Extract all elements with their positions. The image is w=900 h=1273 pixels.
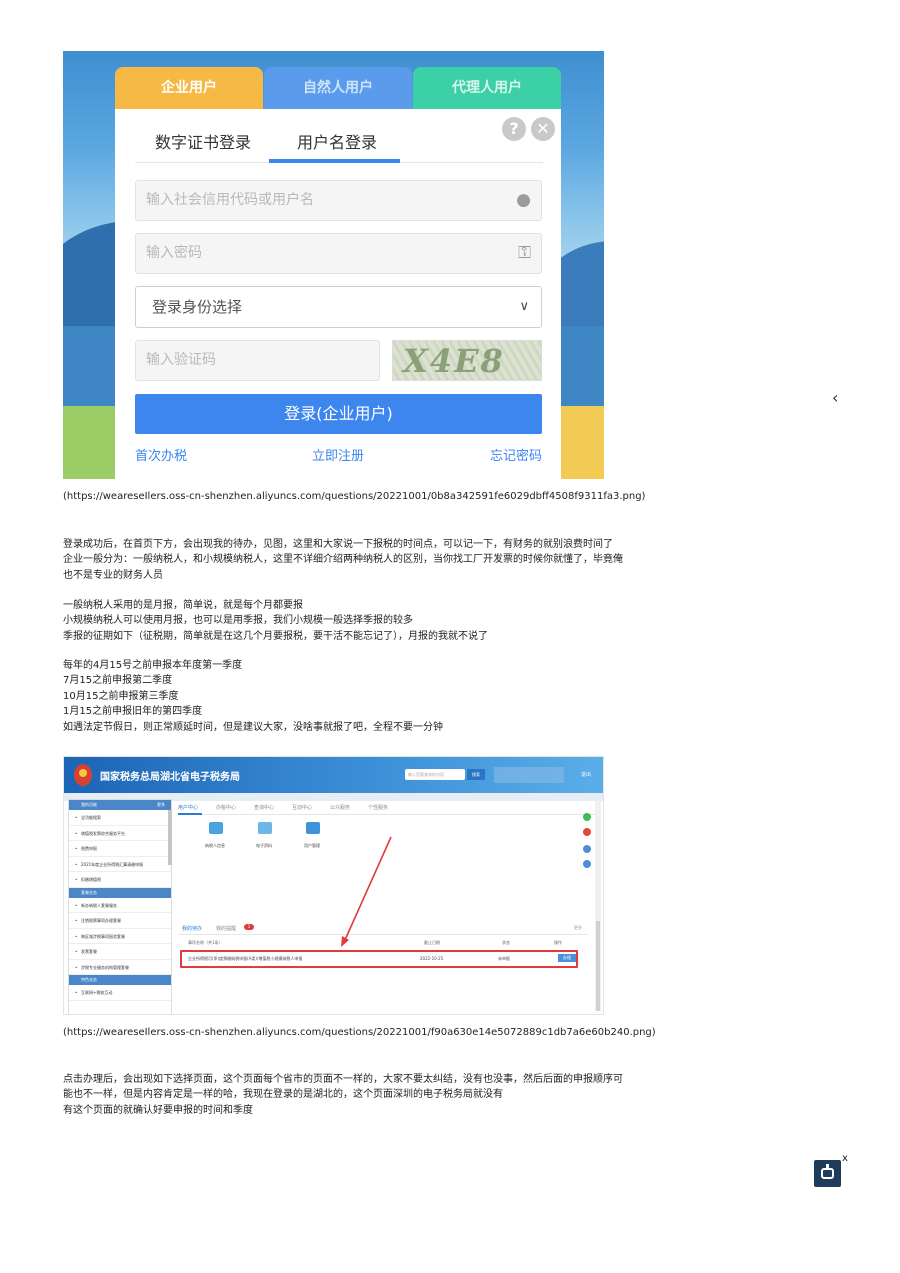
chatbot-button[interactable]: [814, 1160, 841, 1187]
text-line: 登录成功后，在首页下方，会出现我的待办，见图，这里和大家说一下报税的时间点，可以…: [63, 539, 613, 550]
username-input[interactable]: 输入社会信用代码或用户名 ●: [135, 180, 542, 221]
password-placeholder: 输入密码: [146, 245, 202, 261]
text-line: 如遇法定节假日，则正常顺延时间，但是建议大家，没啥事就报了吧，全程不要一分钟: [63, 721, 443, 733]
text-line: 10月15之前申报第三季度: [63, 690, 179, 702]
login-button[interactable]: 登录(企业用户): [135, 394, 542, 434]
text-line: 7月15之前申报第二季度: [63, 675, 173, 687]
close-icon[interactable]: ✕: [531, 117, 555, 141]
user-icon: ●: [516, 190, 531, 210]
username-placeholder: 输入社会信用代码或用户名: [146, 192, 314, 208]
tab-certificate-login[interactable]: 数字证书登录: [155, 129, 251, 153]
role-select-value: 登录身份选择: [152, 298, 243, 316]
image-url-2: (https://weareseIlers.oss-cn-shenzhen.al…: [63, 1027, 656, 1038]
register-link[interactable]: 立即注册: [312, 445, 364, 464]
text-line: 季报的征期如下（征税期，简单就是在这几个月要报税，要干活不能忘记了），月报的我就…: [63, 630, 488, 642]
collapse-chevron-icon[interactable]: ‹: [832, 388, 838, 407]
background-tile: [63, 406, 123, 479]
paragraph-2: 一般纳税人采用的是月报，简单说，就是每个月都要报 小规模纳税人可以使用月报，也可…: [63, 598, 608, 644]
paragraph-3: 每年的4月15号之前申报本年度第一季度 7月15之前申报第二季度 10月15之前…: [63, 658, 608, 735]
captcha-text: X4E8: [403, 342, 505, 380]
captcha-placeholder: 输入验证码: [146, 352, 216, 368]
chevron-down-icon: ∨: [519, 299, 529, 314]
tab-enterprise-user[interactable]: 企业用户: [115, 67, 263, 111]
tab-natural-person-user[interactable]: 自然人用户: [264, 67, 412, 111]
first-tax-link[interactable]: 首次办税: [135, 445, 187, 464]
forgot-password-link[interactable]: 忘记密码: [490, 445, 542, 464]
captcha-input[interactable]: 输入验证码: [135, 340, 380, 381]
captcha-image[interactable]: X4E8: [392, 340, 542, 381]
role-select[interactable]: 登录身份选择 ∨: [135, 286, 542, 328]
red-arrow: [341, 836, 392, 947]
active-tab-underline: [269, 159, 400, 163]
chatbot-close-icon[interactable]: x: [842, 1153, 848, 1164]
tab-username-login[interactable]: 用户名登录: [297, 129, 377, 153]
text-line: 小规模纳税人可以使用月报，也可以是用季报，我们小规模一般选择季报的较多: [63, 615, 413, 627]
text-line: 也不是专业的财务人员: [63, 569, 163, 581]
password-input[interactable]: 输入密码 ⚿: [135, 233, 542, 274]
text-line: 有这个页面的就确认好要申报的时间和季度: [63, 1104, 253, 1116]
tax-portal-screenshot: 国家税务总局湖北省电子税务局 输入您要查询的内容 搜索 退出 我的功能 更多 全…: [63, 756, 604, 1015]
paragraph-4: 点击办理后，会出现如下选择页面，这个页面每个省市的页面不一样的，大家不要太纠结，…: [63, 1072, 623, 1118]
login-screenshot: 企业用户 自然人用户 代理人用户 数字证书登录 用户名登录 ? ✕ 输入社会信用…: [63, 51, 604, 479]
key-icon: ⚿: [518, 243, 531, 263]
paragraph-1: 登录成功后，在首页下方，会出现我的待办，见图，这里和大家说一下报税的时间点，可以…: [63, 537, 623, 583]
text-line: 能也不一样，但是内容肯定是一样的哈，我现在登录的是湖北的，这个页面深圳的电子税务…: [63, 1089, 503, 1101]
text-line: 一般纳税人采用的是月报，简单说，就是每个月都要报: [63, 600, 303, 611]
text-line: 1月15之前申报旧年的第四季度: [63, 706, 203, 718]
image-url-1: (https://weareseIlers.oss-cn-shenzhen.al…: [63, 491, 646, 502]
tab-agent-user[interactable]: 代理人用户: [413, 67, 561, 111]
help-icon[interactable]: ?: [502, 117, 526, 141]
robot-icon: [821, 1168, 834, 1179]
text-line: 企业一般分为：一般纳税人，和小规模纳税人，这里不详细介绍两种纳税人的区别，当你找…: [63, 554, 623, 566]
text-line: 点击办理后，会出现如下选择页面，这个页面每个省市的页面不一样的，大家不要太纠结，…: [63, 1074, 623, 1085]
text-line: 每年的4月15号之前申报本年度第一季度: [63, 660, 243, 671]
